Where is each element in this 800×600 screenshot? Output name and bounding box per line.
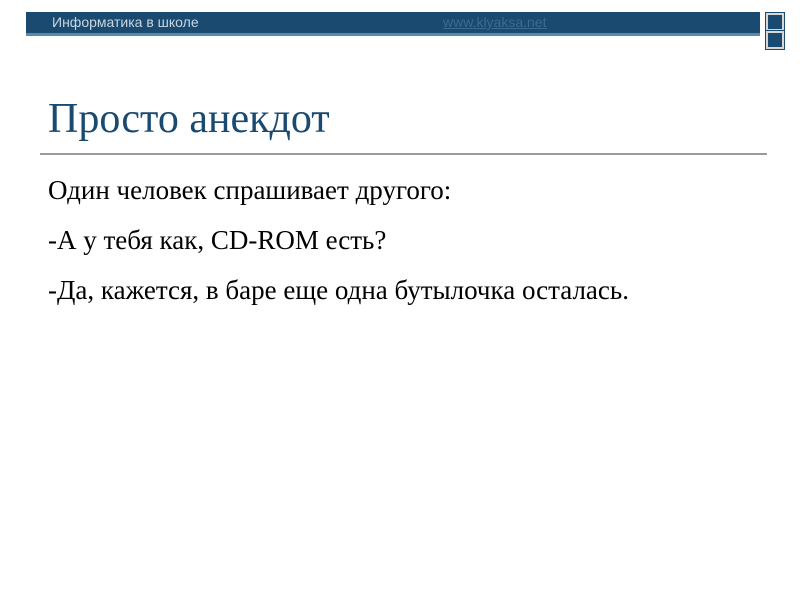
slide-title: Просто анекдот	[48, 96, 330, 142]
corner-square-icon	[765, 30, 785, 50]
course-name: Информатика в школе	[52, 14, 199, 30]
corner-square-icon	[765, 12, 785, 32]
slide-body: Один человек спрашивает другого: -А у те…	[48, 165, 748, 310]
body-line: -Да, кажется, в баре еще одна бутылочка …	[48, 275, 629, 305]
site-link[interactable]: www.klyaksa.net	[443, 13, 546, 31]
title-divider	[40, 153, 767, 155]
header-underline	[26, 33, 760, 36]
body-line: -А у тебя как, CD-ROM есть?	[48, 225, 387, 255]
body-line: Один человек спрашивает другого:	[48, 175, 452, 205]
